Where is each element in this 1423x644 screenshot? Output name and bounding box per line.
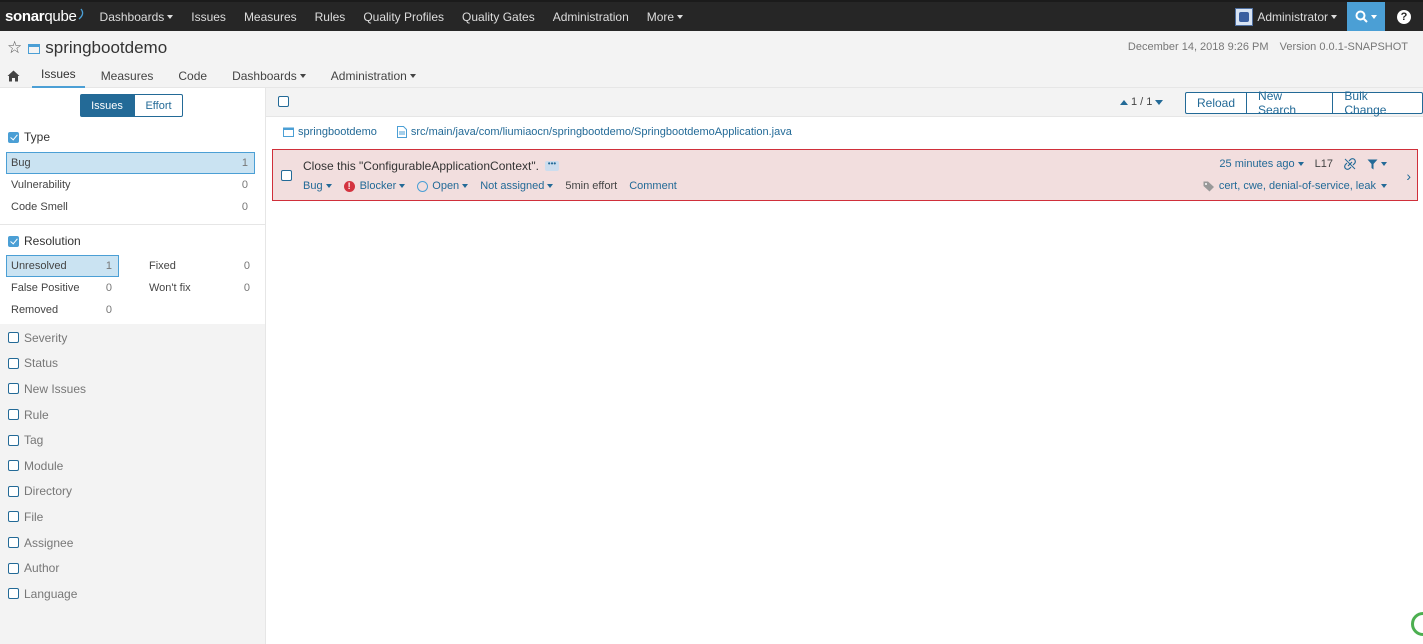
issue-line: L17 — [1314, 158, 1333, 170]
project-context-bar: ☆ springbootdemo December 14, 2018 9:26 … — [0, 31, 1423, 89]
issues-main-panel: 1 / 1 Reload New Search Bulk Change spri… — [266, 88, 1423, 644]
next-arrow-icon[interactable] — [1155, 99, 1164, 105]
issue-checkbox[interactable] — [281, 170, 292, 181]
issues-toolbar: 1 / 1 Reload New Search Bulk Change — [266, 88, 1423, 117]
nav-rules[interactable]: Rules — [315, 10, 346, 24]
issue-effort: 5min effort — [565, 180, 618, 192]
home-icon[interactable] — [7, 70, 20, 82]
user-menu[interactable]: Administrator — [1235, 7, 1337, 26]
tab-dashboards[interactable]: Dashboards — [232, 69, 315, 88]
tag-icon — [1203, 181, 1214, 191]
facet-rule[interactable]: Rule — [0, 402, 265, 428]
project-version: Version 0.0.1-SNAPSHOT — [1279, 41, 1408, 53]
floating-status-icon[interactable] — [1411, 612, 1423, 636]
new-search-button[interactable]: New Search — [1246, 89, 1334, 117]
issue-severity-dropdown[interactable]: ! Blocker — [343, 180, 406, 192]
facet-item-fixed[interactable]: Fixed 0 — [144, 255, 257, 277]
issue-status-dropdown[interactable]: Open — [417, 180, 469, 192]
component-breadcrumb: springbootdemo src/main/java/com/liumiao… — [283, 126, 812, 138]
facet-directory[interactable]: Directory — [0, 479, 265, 505]
facets-sidebar: Issues Effort Type Bug 1 Vulnerability 0 C… — [0, 88, 266, 644]
search-icon — [1355, 10, 1368, 23]
facet-tag[interactable]: Tag — [0, 427, 265, 453]
project-icon — [283, 127, 294, 137]
nav-measures[interactable]: Measures — [244, 10, 297, 24]
facet-item-wont-fix[interactable]: Won't fix 0 — [144, 277, 257, 299]
bulk-change-button[interactable]: Bulk Change — [1332, 89, 1423, 117]
facet-item-vulnerability[interactable]: Vulnerability 0 — [6, 174, 255, 196]
facet-item-removed[interactable]: Removed 0 — [6, 299, 119, 321]
facet-type-checkbox[interactable] — [8, 131, 19, 143]
open-status-icon — [417, 180, 429, 192]
facet-item-bug[interactable]: Bug 1 — [6, 152, 255, 174]
facet-type-header[interactable]: Type — [8, 127, 265, 147]
tab-measures[interactable]: Measures — [101, 69, 163, 88]
avatar — [1235, 7, 1254, 26]
nav-issues[interactable]: Issues — [191, 10, 226, 24]
paging-indicator: 1 / 1 — [1120, 96, 1164, 108]
nav-quality-profiles[interactable]: Quality Profiles — [363, 10, 444, 24]
nav-administration[interactable]: Administration — [553, 10, 629, 24]
breadcrumb-project-link[interactable]: springbootdemo — [283, 126, 377, 138]
issue-tags-dropdown[interactable]: cert, cwe, denial-of-service, leak — [1203, 180, 1387, 192]
nav-dashboards[interactable]: Dashboards — [100, 10, 174, 24]
project-icon — [28, 43, 41, 54]
issue-permalink[interactable] — [1344, 158, 1356, 170]
nav-quality-gates[interactable]: Quality Gates — [462, 10, 535, 24]
breadcrumb-file-link[interactable]: src/main/java/com/liumiaocn/springbootde… — [396, 126, 792, 138]
facet-new-issues[interactable]: New Issues — [0, 376, 265, 402]
facet-item-false-positive[interactable]: False Positive 0 — [6, 277, 119, 299]
nav-more[interactable]: More — [647, 10, 684, 24]
select-all-checkbox[interactable] — [278, 96, 289, 107]
facet-item-unresolved[interactable]: Unresolved 1 — [6, 255, 119, 277]
facet-severity[interactable]: Severity — [0, 325, 265, 351]
issue-comment-link[interactable]: Comment — [629, 180, 677, 192]
mode-issues-button[interactable]: Issues — [80, 94, 134, 117]
facet-module[interactable]: Module — [0, 453, 265, 479]
tab-issues[interactable]: Issues — [32, 67, 85, 89]
issue-message[interactable]: Close this "ConfigurableApplicationConte… — [303, 159, 539, 173]
facet-author[interactable]: Author — [0, 555, 265, 581]
reload-button[interactable]: Reload — [1185, 92, 1248, 114]
project-name[interactable]: springbootdemo — [45, 38, 167, 58]
filter-icon — [1367, 159, 1378, 169]
facet-resolution-checkbox[interactable] — [8, 235, 19, 247]
facet-resolution-header[interactable]: Resolution — [8, 231, 265, 251]
analysis-date: December 14, 2018 9:26 PM — [1127, 41, 1269, 53]
issue-assignee-dropdown[interactable]: Not assigned — [480, 180, 554, 192]
help-button[interactable]: ? — [1385, 2, 1423, 31]
link-icon — [1344, 158, 1356, 170]
tab-administration[interactable]: Administration — [331, 69, 425, 88]
blocker-icon: ! — [343, 180, 355, 192]
issue-card[interactable]: Close this "ConfigurableApplicationConte… — [272, 149, 1418, 201]
issue-filter-dropdown[interactable] — [1367, 159, 1387, 170]
file-icon — [396, 126, 407, 138]
mode-effort-button[interactable]: Effort — [134, 94, 183, 117]
issue-type-dropdown[interactable]: Bug — [303, 180, 332, 192]
facet-assignee[interactable]: Assignee — [0, 530, 265, 556]
help-icon: ? — [1397, 9, 1411, 24]
chevron-right-icon[interactable]: › — [1406, 168, 1411, 184]
sonarqube-logo[interactable]: sonar qube — [5, 8, 86, 25]
previous-arrow-icon[interactable] — [1120, 99, 1128, 105]
facet-status[interactable]: Status — [0, 351, 265, 377]
top-navbar: sonar qube Dashboards Issues Measures Rul… — [0, 0, 1423, 31]
search-button[interactable] — [1347, 2, 1385, 31]
facet-language[interactable]: Language — [0, 581, 265, 607]
favorite-star-icon[interactable]: ☆ — [7, 38, 22, 58]
issue-age-dropdown[interactable]: 25 minutes ago — [1219, 158, 1304, 170]
tab-code[interactable]: Code — [178, 69, 216, 88]
facet-item-code-smell[interactable]: Code Smell 0 — [6, 196, 255, 218]
mode-toggle: Issues Effort — [80, 94, 265, 117]
facet-file[interactable]: File — [0, 504, 265, 530]
more-icon[interactable]: ••• — [544, 160, 559, 171]
